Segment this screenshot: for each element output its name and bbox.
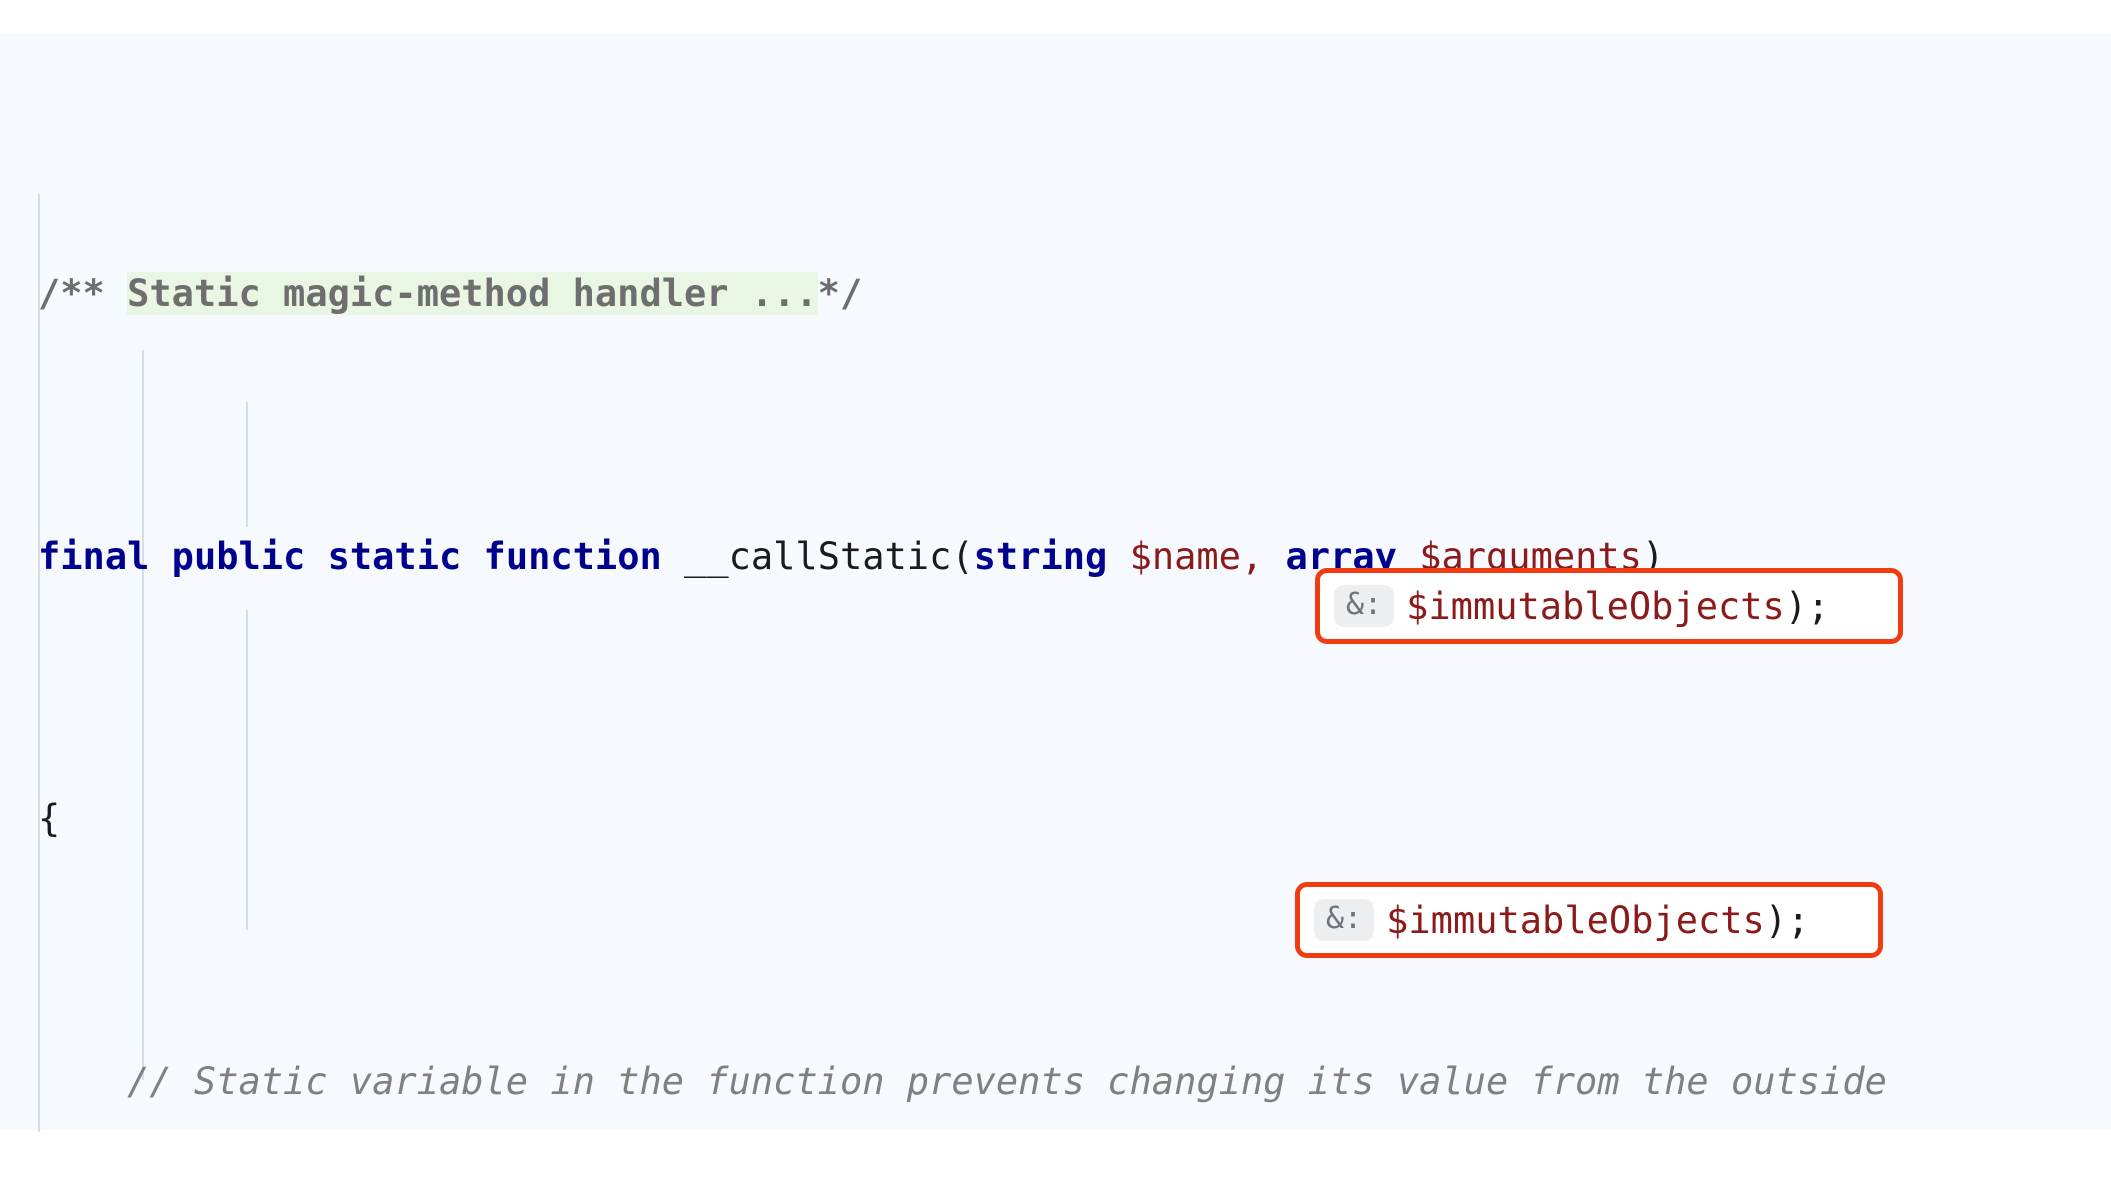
param-name: $name — [1129, 534, 1241, 578]
code-line-body-open-brace: { — [38, 793, 2111, 846]
by-reference-badge-set: &: — [1334, 585, 1395, 627]
keyword-static: static — [327, 534, 462, 578]
keyword-public: public — [171, 534, 306, 578]
method-name-callstatic: __callStatic — [684, 534, 952, 578]
screenshot-root: /** Static magic-method handler ...*/ fi… — [0, 0, 2111, 1187]
annotation-variable-set: $immutableObjects — [1406, 584, 1785, 628]
annotation-tail-get: ); — [1764, 898, 1810, 942]
keyword-function: function — [483, 534, 662, 578]
code-block: /** Static magic-method handler ...*/ fi… — [0, 34, 2111, 1132]
doc-comment-ellipsis: ... — [750, 272, 818, 315]
doc-comment-close: */ — [817, 272, 863, 315]
code-line-inline-comment: // Static variable in the function preve… — [38, 1056, 2111, 1109]
brace-open-body: { — [38, 797, 61, 840]
signature-comma: , — [1240, 534, 1286, 578]
paren-open-signature: ( — [951, 534, 974, 578]
code-line-doc-comment: /** Static magic-method handler ...*/ — [38, 268, 2111, 321]
annotation-box-get-by-reference: &: $immutableObjects); — [1295, 882, 1883, 958]
annotation-variable-get: $immutableObjects — [1386, 898, 1765, 942]
doc-comment-highlighted-text: Static magic-method handler — [127, 272, 751, 315]
type-string: string — [973, 534, 1108, 578]
keyword-final: final — [38, 534, 150, 578]
inline-comment-text: // Static variable in the function preve… — [127, 1059, 1887, 1103]
annotation-box-set-by-reference: &: $immutableObjects); — [1315, 568, 1903, 644]
by-reference-badge-get: &: — [1314, 899, 1375, 941]
annotation-tail-set: ); — [1784, 584, 1830, 628]
doc-comment-open: /** — [38, 272, 128, 315]
